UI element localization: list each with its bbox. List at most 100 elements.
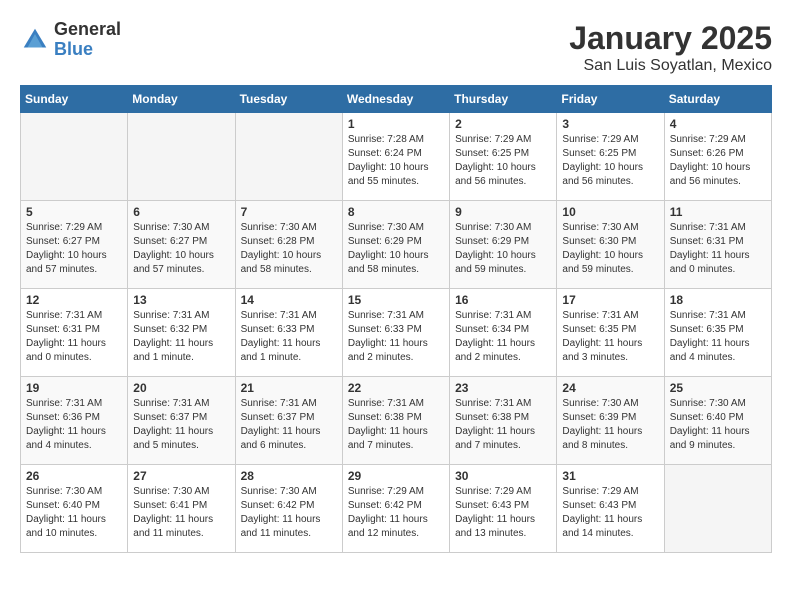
day-number: 2	[455, 117, 551, 131]
week-row-5: 26 Sunrise: 7:30 AM Sunset: 6:40 PM Dayli…	[21, 465, 772, 553]
day-number: 24	[562, 381, 658, 395]
calendar-cell	[21, 113, 128, 201]
day-header-sunday: Sunday	[21, 86, 128, 113]
day-info: Sunrise: 7:31 AM Sunset: 6:37 PM Dayligh…	[133, 397, 229, 453]
day-info: Sunrise: 7:30 AM Sunset: 6:29 PM Dayligh…	[455, 221, 551, 277]
calendar-cell: 15 Sunrise: 7:31 AM Sunset: 6:33 PM Dayli…	[342, 289, 449, 377]
calendar-cell: 31 Sunrise: 7:29 AM Sunset: 6:43 PM Dayli…	[557, 465, 664, 553]
day-number: 22	[348, 381, 444, 395]
day-info: Sunrise: 7:29 AM Sunset: 6:43 PM Dayligh…	[455, 485, 551, 541]
day-number: 11	[670, 205, 766, 219]
day-info: Sunrise: 7:29 AM Sunset: 6:42 PM Dayligh…	[348, 485, 444, 541]
week-row-1: 1 Sunrise: 7:28 AM Sunset: 6:24 PM Daylig…	[21, 113, 772, 201]
calendar-cell: 9 Sunrise: 7:30 AM Sunset: 6:29 PM Daylig…	[450, 201, 557, 289]
logo-icon	[20, 25, 50, 55]
calendar-cell: 6 Sunrise: 7:30 AM Sunset: 6:27 PM Daylig…	[128, 201, 235, 289]
day-number: 13	[133, 293, 229, 307]
day-number: 25	[670, 381, 766, 395]
day-number: 1	[348, 117, 444, 131]
calendar-cell: 13 Sunrise: 7:31 AM Sunset: 6:32 PM Dayli…	[128, 289, 235, 377]
day-info: Sunrise: 7:30 AM Sunset: 6:40 PM Dayligh…	[670, 397, 766, 453]
calendar-cell: 7 Sunrise: 7:30 AM Sunset: 6:28 PM Daylig…	[235, 201, 342, 289]
day-header-wednesday: Wednesday	[342, 86, 449, 113]
calendar-cell: 16Sunrise: 7:31 AM Sunset: 6:34 PM Dayli…	[450, 289, 557, 377]
calendar-cell: 14Sunrise: 7:31 AM Sunset: 6:33 PM Dayli…	[235, 289, 342, 377]
calendar-cell: 27Sunrise: 7:30 AM Sunset: 6:41 PM Dayli…	[128, 465, 235, 553]
day-number: 18	[670, 293, 766, 307]
calendar-cell: 30Sunrise: 7:29 AM Sunset: 6:43 PM Dayli…	[450, 465, 557, 553]
day-number: 31	[562, 469, 658, 483]
day-number: 15	[348, 293, 444, 307]
day-info: Sunrise: 7:30 AM Sunset: 6:30 PM Dayligh…	[562, 221, 658, 277]
day-info: Sunrise: 7:30 AM Sunset: 6:42 PM Dayligh…	[241, 485, 337, 541]
day-info: Sunrise: 7:31 AM Sunset: 6:38 PM Dayligh…	[348, 397, 444, 453]
days-header-row: SundayMondayTuesdayWednesdayThursdayFrid…	[21, 86, 772, 113]
day-info: Sunrise: 7:30 AM Sunset: 6:28 PM Dayligh…	[241, 221, 337, 277]
day-info: Sunrise: 7:31 AM Sunset: 6:32 PM Dayligh…	[133, 309, 229, 365]
calendar-cell: 18 Sunrise: 7:31 AM Sunset: 6:35 PM Dayli…	[664, 289, 771, 377]
day-number: 26	[26, 469, 122, 483]
day-number: 21	[241, 381, 337, 395]
day-number: 4	[670, 117, 766, 131]
day-number: 28	[241, 469, 337, 483]
day-number: 23	[455, 381, 551, 395]
calendar-cell: 1 Sunrise: 7:28 AM Sunset: 6:24 PM Daylig…	[342, 113, 449, 201]
calendar-cell: 29 Sunrise: 7:29 AM Sunset: 6:42 PM Dayli…	[342, 465, 449, 553]
day-number: 12	[26, 293, 122, 307]
calendar-cell: 22 Sunrise: 7:31 AM Sunset: 6:38 PM Dayli…	[342, 377, 449, 465]
calendar-cell: 5 Sunrise: 7:29 AM Sunset: 6:27 PM Daylig…	[21, 201, 128, 289]
day-number: 20	[133, 381, 229, 395]
calendar-cell: 20 Sunrise: 7:31 AM Sunset: 6:37 PM Dayli…	[128, 377, 235, 465]
calendar-cell: 12 Sunrise: 7:31 AM Sunset: 6:31 PM Dayli…	[21, 289, 128, 377]
week-row-2: 5 Sunrise: 7:29 AM Sunset: 6:27 PM Daylig…	[21, 201, 772, 289]
calendar-cell: 24Sunrise: 7:30 AM Sunset: 6:39 PM Dayli…	[557, 377, 664, 465]
logo-blue: Blue	[54, 40, 121, 60]
day-info: Sunrise: 7:31 AM Sunset: 6:35 PM Dayligh…	[562, 309, 658, 365]
calendar-cell: 26 Sunrise: 7:30 AM Sunset: 6:40 PM Dayli…	[21, 465, 128, 553]
day-info: Sunrise: 7:31 AM Sunset: 6:33 PM Dayligh…	[348, 309, 444, 365]
calendar-cell: 8 Sunrise: 7:30 AM Sunset: 6:29 PM Daylig…	[342, 201, 449, 289]
day-header-friday: Friday	[557, 86, 664, 113]
calendar-cell	[128, 113, 235, 201]
day-info: Sunrise: 7:31 AM Sunset: 6:31 PM Dayligh…	[670, 221, 766, 277]
logo: General Blue	[20, 20, 121, 60]
day-number: 17	[562, 293, 658, 307]
day-info: Sunrise: 7:30 AM Sunset: 6:40 PM Dayligh…	[26, 485, 122, 541]
day-info: Sunrise: 7:31 AM Sunset: 6:31 PM Dayligh…	[26, 309, 122, 365]
day-number: 5	[26, 205, 122, 219]
week-row-4: 19Sunrise: 7:31 AM Sunset: 6:36 PM Dayli…	[21, 377, 772, 465]
month-title: January 2025	[569, 20, 772, 57]
day-info: Sunrise: 7:31 AM Sunset: 6:37 PM Dayligh…	[241, 397, 337, 453]
day-number: 6	[133, 205, 229, 219]
day-info: Sunrise: 7:29 AM Sunset: 6:27 PM Dayligh…	[26, 221, 122, 277]
day-header-monday: Monday	[128, 86, 235, 113]
location: San Luis Soyatlan, Mexico	[569, 57, 772, 75]
day-number: 29	[348, 469, 444, 483]
calendar-cell: 3Sunrise: 7:29 AM Sunset: 6:25 PM Daylig…	[557, 113, 664, 201]
day-header-saturday: Saturday	[664, 86, 771, 113]
day-info: Sunrise: 7:31 AM Sunset: 6:35 PM Dayligh…	[670, 309, 766, 365]
day-number: 19	[26, 381, 122, 395]
day-info: Sunrise: 7:30 AM Sunset: 6:29 PM Dayligh…	[348, 221, 444, 277]
calendar-cell: 21 Sunrise: 7:31 AM Sunset: 6:37 PM Dayli…	[235, 377, 342, 465]
calendar-cell: 25 Sunrise: 7:30 AM Sunset: 6:40 PM Dayli…	[664, 377, 771, 465]
calendar-cell	[664, 465, 771, 553]
day-info: Sunrise: 7:31 AM Sunset: 6:38 PM Dayligh…	[455, 397, 551, 453]
page-header: General Blue January 2025 San Luis Soyat…	[20, 20, 772, 75]
calendar-cell: 4Sunrise: 7:29 AM Sunset: 6:26 PM Daylig…	[664, 113, 771, 201]
day-number: 14	[241, 293, 337, 307]
day-number: 7	[241, 205, 337, 219]
calendar-cell	[235, 113, 342, 201]
day-number: 9	[455, 205, 551, 219]
day-header-thursday: Thursday	[450, 86, 557, 113]
day-info: Sunrise: 7:28 AM Sunset: 6:24 PM Dayligh…	[348, 133, 444, 189]
day-info: Sunrise: 7:29 AM Sunset: 6:43 PM Dayligh…	[562, 485, 658, 541]
day-info: Sunrise: 7:30 AM Sunset: 6:27 PM Dayligh…	[133, 221, 229, 277]
day-number: 8	[348, 205, 444, 219]
day-info: Sunrise: 7:29 AM Sunset: 6:25 PM Dayligh…	[455, 133, 551, 189]
calendar-cell: 23 Sunrise: 7:31 AM Sunset: 6:38 PM Dayli…	[450, 377, 557, 465]
day-info: Sunrise: 7:29 AM Sunset: 6:25 PM Dayligh…	[562, 133, 658, 189]
day-header-tuesday: Tuesday	[235, 86, 342, 113]
day-number: 27	[133, 469, 229, 483]
calendar-cell: 17 Sunrise: 7:31 AM Sunset: 6:35 PM Dayli…	[557, 289, 664, 377]
